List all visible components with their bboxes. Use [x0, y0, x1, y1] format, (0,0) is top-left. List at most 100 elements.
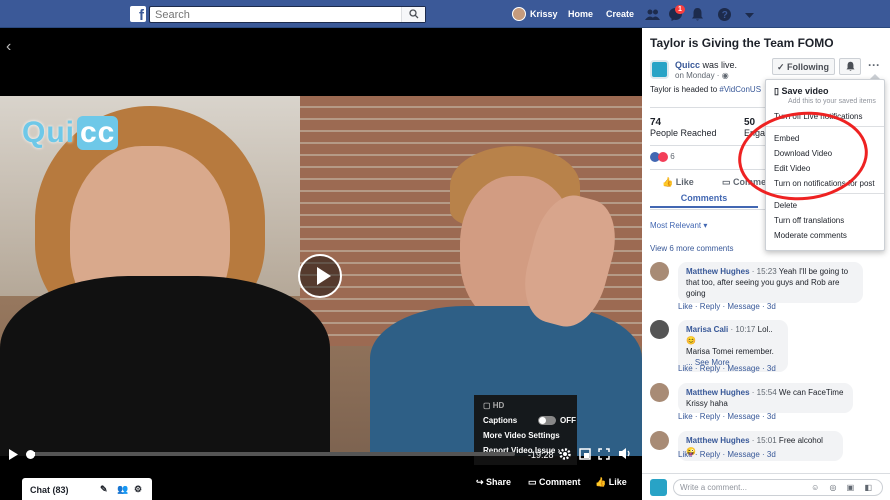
post-date[interactable]: on Monday · ◉: [675, 71, 729, 80]
search-button[interactable]: [401, 7, 425, 22]
commenter-avatar[interactable]: [650, 262, 669, 281]
comment-text: going: [686, 289, 706, 298]
more-settings-option[interactable]: More Video Settings: [483, 431, 568, 446]
comment-button[interactable]: ▭ Comment: [528, 477, 581, 488]
search-input[interactable]: [150, 7, 390, 22]
home-link[interactable]: Home: [568, 9, 593, 19]
settings-gear-icon[interactable]: [558, 447, 572, 461]
chat-tab[interactable]: Chat (83) ✎ 👥 ⚙: [22, 478, 152, 500]
post-description: Taylor is headed to #VidConUS: [650, 85, 761, 94]
logo-text: Qui: [22, 116, 75, 149]
comment-time: · 15:54: [749, 388, 777, 397]
chat-settings-icon[interactable]: ⚙: [134, 484, 142, 495]
commenter-name[interactable]: Matthew Hughes: [686, 267, 750, 276]
commenter-name[interactable]: Matthew Hughes: [686, 436, 750, 445]
date-text: on Monday ·: [675, 71, 722, 80]
post-like-button[interactable]: 👍 Like: [662, 177, 694, 188]
translations-item[interactable]: Turn off translations: [774, 216, 844, 225]
captions-toggle[interactable]: [538, 416, 556, 425]
comment-actions[interactable]: Like · Reply · Message · 3d: [678, 364, 776, 373]
globe-icon: ◉: [721, 71, 729, 80]
page-header: Quicc was live.: [675, 60, 737, 70]
reach-stat: 74 People Reached: [650, 117, 717, 138]
play-small-icon[interactable]: [8, 449, 18, 460]
notification-bell-button[interactable]: [839, 58, 861, 75]
friends-icon[interactable]: [645, 7, 660, 22]
search-box: [149, 6, 426, 23]
dropdown-icon[interactable]: [742, 7, 757, 22]
comment-attachment-icons[interactable]: ☺ ◎ ▣ ◧: [811, 480, 876, 495]
svg-text:?: ?: [722, 10, 728, 21]
play-button[interactable]: [298, 254, 342, 298]
compose-icon[interactable]: ✎: [100, 484, 108, 495]
hd-label: HD: [492, 401, 505, 410]
comment-text: Yeah I'll be going to: [776, 267, 849, 276]
following-button[interactable]: ✓ Following: [772, 58, 835, 75]
following-label: Following: [787, 62, 830, 72]
captions-label: Captions: [483, 416, 518, 425]
share-button[interactable]: ↪ Share: [476, 477, 511, 488]
view-more-comments-link[interactable]: View 6 more comments: [650, 244, 733, 253]
comment-time: · 10:17: [728, 325, 756, 334]
post-title: Taylor is Giving the Team FOMO: [650, 36, 834, 50]
volume-icon[interactable]: [618, 447, 632, 460]
like-button[interactable]: 👍 Like: [595, 477, 627, 488]
fullscreen-icon[interactable]: [598, 448, 610, 460]
write-comment-input[interactable]: Write a comment... ☺ ◎ ▣ ◧: [673, 479, 883, 496]
captions-option[interactable]: Captions OFF: [483, 416, 576, 431]
commenter-avatar[interactable]: [650, 320, 669, 339]
help-icon[interactable]: ?: [717, 7, 732, 22]
facebook-logo[interactable]: f: [130, 6, 146, 22]
comment-actions[interactable]: Like · Reply · Message · 3d: [678, 450, 776, 459]
delete-item[interactable]: Delete: [774, 201, 797, 210]
user-avatar[interactable]: [512, 7, 526, 21]
comment-time: · 15:01: [749, 436, 777, 445]
description-text: Taylor is headed to: [650, 85, 720, 94]
messages-badge: 1: [675, 5, 685, 14]
comment-label: Comment: [539, 477, 581, 487]
comment-actions[interactable]: Like · Reply · Message · 3d: [678, 302, 776, 311]
write-placeholder: Write a comment...: [680, 483, 747, 492]
commenter-avatar[interactable]: [650, 383, 669, 402]
top-navigation-bar: f Krissy Home Create 1 ?: [0, 0, 890, 28]
commenter-self-avatar: [650, 479, 667, 496]
logo-badge: cc: [77, 116, 119, 150]
moderate-comments-item[interactable]: Moderate comments: [774, 231, 847, 240]
hashtag-link[interactable]: #VidConUS: [719, 85, 761, 94]
page-status: was live.: [700, 60, 738, 70]
group-icon[interactable]: 👥: [117, 484, 128, 495]
time-remaining: -19:28: [528, 450, 554, 460]
video-player[interactable]: ‹ Qui cc ▢ HD Captions OFF More Video Sett…: [0, 28, 642, 500]
bookmark-icon: ▯: [774, 86, 779, 96]
comment-text: that too, after seeing you guys and Rob …: [686, 278, 840, 287]
save-video-item[interactable]: ▯ Save video: [774, 86, 829, 97]
picture-in-picture-icon[interactable]: [579, 448, 591, 460]
page-name-link[interactable]: Quicc: [675, 60, 700, 70]
love-reaction-icon: [658, 152, 668, 162]
save-video-subtitle: Add this to your saved items: [788, 98, 876, 105]
profile-link[interactable]: Krissy: [530, 9, 558, 19]
comment-time: · 15:23: [749, 267, 777, 276]
page-avatar[interactable]: [650, 60, 669, 79]
reactions-summary[interactable]: 6: [650, 152, 675, 162]
commenter-avatar[interactable]: [650, 431, 669, 450]
progress-bar[interactable]: [30, 452, 515, 456]
commenter-name[interactable]: Marisa Cali: [686, 325, 728, 334]
comment-bubble: Matthew Hughes · 15:54 We can FaceTime Kr…: [678, 383, 853, 413]
comment-text: We can FaceTime: [776, 388, 844, 397]
comment-actions[interactable]: Like · Reply · Message · 3d: [678, 412, 776, 421]
quicc-logo-overlay: Qui cc: [22, 116, 119, 152]
sort-dropdown[interactable]: Most Relevant ▾: [650, 221, 707, 230]
commenter-name[interactable]: Matthew Hughes: [686, 388, 750, 397]
hd-option[interactable]: ▢ HD: [483, 401, 568, 416]
back-chevron-icon[interactable]: ‹: [6, 38, 11, 56]
post-like-label: Like: [675, 177, 694, 187]
comments-tab[interactable]: Comments: [650, 190, 758, 208]
comment-bubble: Matthew Hughes · 15:23 Yeah I'll be goin…: [678, 262, 863, 303]
bell-icon[interactable]: [690, 7, 705, 22]
more-options-icon[interactable]: ···: [868, 58, 880, 72]
progress-scrubber[interactable]: [26, 450, 35, 459]
create-link[interactable]: Create: [606, 9, 634, 19]
bell-icon: [846, 61, 855, 71]
comment-text: Krissy haha: [686, 399, 728, 408]
